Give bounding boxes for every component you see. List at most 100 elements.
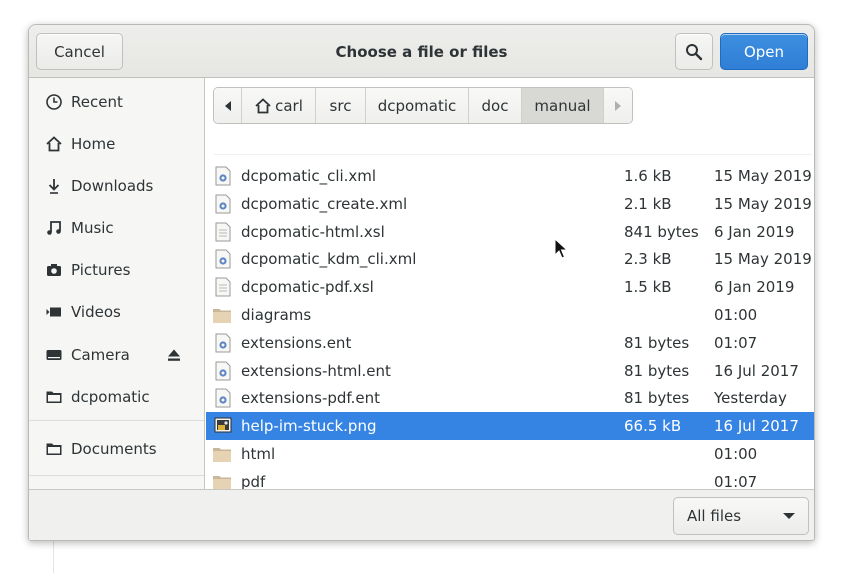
cancel-button[interactable]: Cancel bbox=[36, 33, 123, 70]
file-size: 1.6 kB bbox=[624, 167, 672, 185]
file-size: 841 bytes bbox=[624, 222, 699, 241]
video-icon bbox=[44, 302, 64, 322]
sidebar-item-label: Music bbox=[71, 219, 114, 237]
file-size: 1.5 kB bbox=[624, 278, 672, 297]
sidebar-item-recent[interactable]: Recent bbox=[29, 84, 204, 120]
chevron-left-icon bbox=[224, 100, 231, 111]
file-row[interactable]: extensions-pdf.ent 81 bytes Yesterday bbox=[206, 384, 814, 412]
footer-bar: All files bbox=[29, 489, 814, 540]
breadcrumb-home[interactable]: carl bbox=[242, 88, 316, 123]
camera-icon bbox=[44, 260, 64, 280]
sidebar-item-camera[interactable]: Camera bbox=[29, 337, 204, 373]
sidebar-item-music[interactable]: Music bbox=[29, 210, 204, 246]
sidebar-separator bbox=[29, 475, 204, 476]
breadcrumb-doc[interactable]: doc bbox=[469, 88, 522, 123]
xml-file-icon bbox=[214, 361, 232, 381]
sidebar-item-label: Recent bbox=[71, 93, 123, 111]
file-modified: 16 Jul 2017 bbox=[714, 417, 799, 436]
clock-icon bbox=[44, 92, 64, 112]
sidebar-item-downloads[interactable]: Downloads bbox=[29, 168, 204, 204]
file-row[interactable]: dcpomatic-pdf.xsl 1.5 kB 6 Jan 2019 bbox=[206, 273, 814, 301]
image-file-icon bbox=[214, 416, 232, 436]
xml-file-icon bbox=[214, 333, 232, 353]
file-name: dcpomatic_cli.xml bbox=[241, 167, 377, 185]
file-browser: carl src dcpomatic doc manual dcpomatic_… bbox=[206, 78, 814, 489]
file-list[interactable]: dcpomatic_cli.xml 1.6 kB 15 May 2019 dcpoma… bbox=[206, 162, 814, 489]
breadcrumb-scroll-right[interactable] bbox=[604, 88, 632, 123]
file-row[interactable]: extensions-html.ent 81 bytes 16 Jul 2017 bbox=[206, 357, 814, 385]
breadcrumb-dcpomatic[interactable]: dcpomatic bbox=[366, 88, 469, 123]
breadcrumb-label: carl bbox=[275, 96, 303, 115]
folder-icon bbox=[44, 439, 64, 459]
music-icon bbox=[44, 218, 64, 238]
file-name: help-im-stuck.png bbox=[241, 417, 377, 436]
breadcrumb-scroll-left[interactable] bbox=[214, 88, 242, 123]
filter-label: All files bbox=[687, 507, 742, 525]
sidebar-item-label: Pictures bbox=[71, 261, 131, 279]
file-chooser-dialog: Choose a file or files Cancel Open Recen… bbox=[28, 24, 815, 541]
open-button[interactable]: Open bbox=[720, 33, 808, 70]
file-size: 66.5 kB bbox=[624, 417, 682, 436]
breadcrumb-label: doc bbox=[481, 96, 509, 115]
sidebar-item-label: Downloads bbox=[71, 177, 154, 195]
file-row[interactable]: html 01:00 bbox=[206, 440, 814, 468]
search-icon bbox=[686, 43, 703, 60]
sidebar-item-pictures[interactable]: Pictures bbox=[29, 252, 204, 288]
chevron-right-icon bbox=[615, 100, 621, 111]
file-row[interactable]: pdf 01:07 bbox=[206, 468, 814, 489]
file-size: 81 bytes bbox=[624, 389, 690, 408]
breadcrumb: carl src dcpomatic doc manual bbox=[213, 87, 633, 124]
file-size: 2.3 kB bbox=[624, 250, 672, 269]
sidebar-item-documents[interactable]: Documents bbox=[29, 431, 204, 467]
sidebar-item-label: Videos bbox=[71, 303, 121, 321]
sidebar-item-label: Documents bbox=[71, 440, 157, 458]
file-modified: 01:00 bbox=[714, 306, 758, 324]
file-row[interactable]: help-im-stuck.png 66.5 kB 16 Jul 2017 bbox=[206, 412, 814, 441]
xml-file-icon bbox=[214, 194, 232, 214]
sidebar-item-dcpomatic[interactable]: dcpomatic bbox=[29, 379, 204, 415]
breadcrumb-src[interactable]: src bbox=[316, 88, 366, 123]
folder-icon bbox=[212, 473, 231, 489]
sidebar-item-videos[interactable]: Videos bbox=[29, 294, 204, 330]
download-icon bbox=[44, 176, 64, 196]
file-modified: 6 Jan 2019 bbox=[714, 222, 795, 241]
file-modified: 15 May 2019 bbox=[714, 167, 812, 185]
folder-icon bbox=[44, 387, 64, 407]
file-row[interactable]: extensions.ent 81 bytes 01:07 bbox=[206, 329, 814, 357]
sidebar-item-label: Camera bbox=[71, 346, 130, 364]
breadcrumb-label: manual bbox=[534, 96, 591, 115]
file-name: html bbox=[241, 445, 276, 463]
xml-file-icon bbox=[214, 249, 232, 269]
file-name: dcpomatic_create.xml bbox=[241, 194, 408, 213]
file-row[interactable]: dcpomatic_create.xml 2.1 kB 15 May 2019 bbox=[206, 190, 814, 218]
xml-file-icon bbox=[214, 388, 232, 408]
breadcrumb-manual[interactable]: manual bbox=[522, 88, 604, 123]
breadcrumb-label: src bbox=[329, 96, 352, 115]
sidebar-item-label: dcpomatic bbox=[71, 388, 150, 406]
file-row[interactable]: diagrams 01:00 bbox=[206, 301, 814, 329]
file-name: dcpomatic-html.xsl bbox=[241, 222, 385, 241]
mouse-cursor-icon bbox=[554, 238, 568, 259]
chevron-down-icon bbox=[783, 513, 795, 519]
eject-icon[interactable] bbox=[165, 346, 183, 364]
search-button[interactable] bbox=[675, 33, 713, 70]
divider bbox=[214, 154, 812, 155]
file-size: 81 bytes bbox=[624, 361, 690, 380]
file-row[interactable]: dcpomatic-html.xsl 841 bytes 6 Jan 2019 bbox=[206, 218, 814, 246]
folder-icon bbox=[212, 445, 231, 465]
file-type-filter[interactable]: All files bbox=[673, 497, 809, 535]
file-row[interactable]: dcpomatic_cli.xml 1.6 kB 15 May 2019 bbox=[206, 162, 814, 190]
xml-file-icon bbox=[214, 166, 232, 186]
sidebar-item-home[interactable]: Home bbox=[29, 126, 204, 162]
file-name: extensions-pdf.ent bbox=[241, 389, 380, 408]
file-name: dcpomatic-pdf.xsl bbox=[241, 278, 374, 297]
file-modified: Yesterday bbox=[714, 389, 787, 408]
file-modified: 16 Jul 2017 bbox=[714, 361, 799, 380]
file-row[interactable]: dcpomatic_kdm_cli.xml 2.3 kB 15 May 2019 bbox=[206, 245, 814, 273]
file-name: pdf bbox=[241, 472, 266, 489]
file-size: 2.1 kB bbox=[624, 194, 672, 213]
folder-icon bbox=[212, 306, 231, 326]
sidebar-item-label: Home bbox=[71, 135, 116, 153]
file-modified: 6 Jan 2019 bbox=[714, 278, 795, 297]
file-name: extensions.ent bbox=[241, 333, 352, 352]
